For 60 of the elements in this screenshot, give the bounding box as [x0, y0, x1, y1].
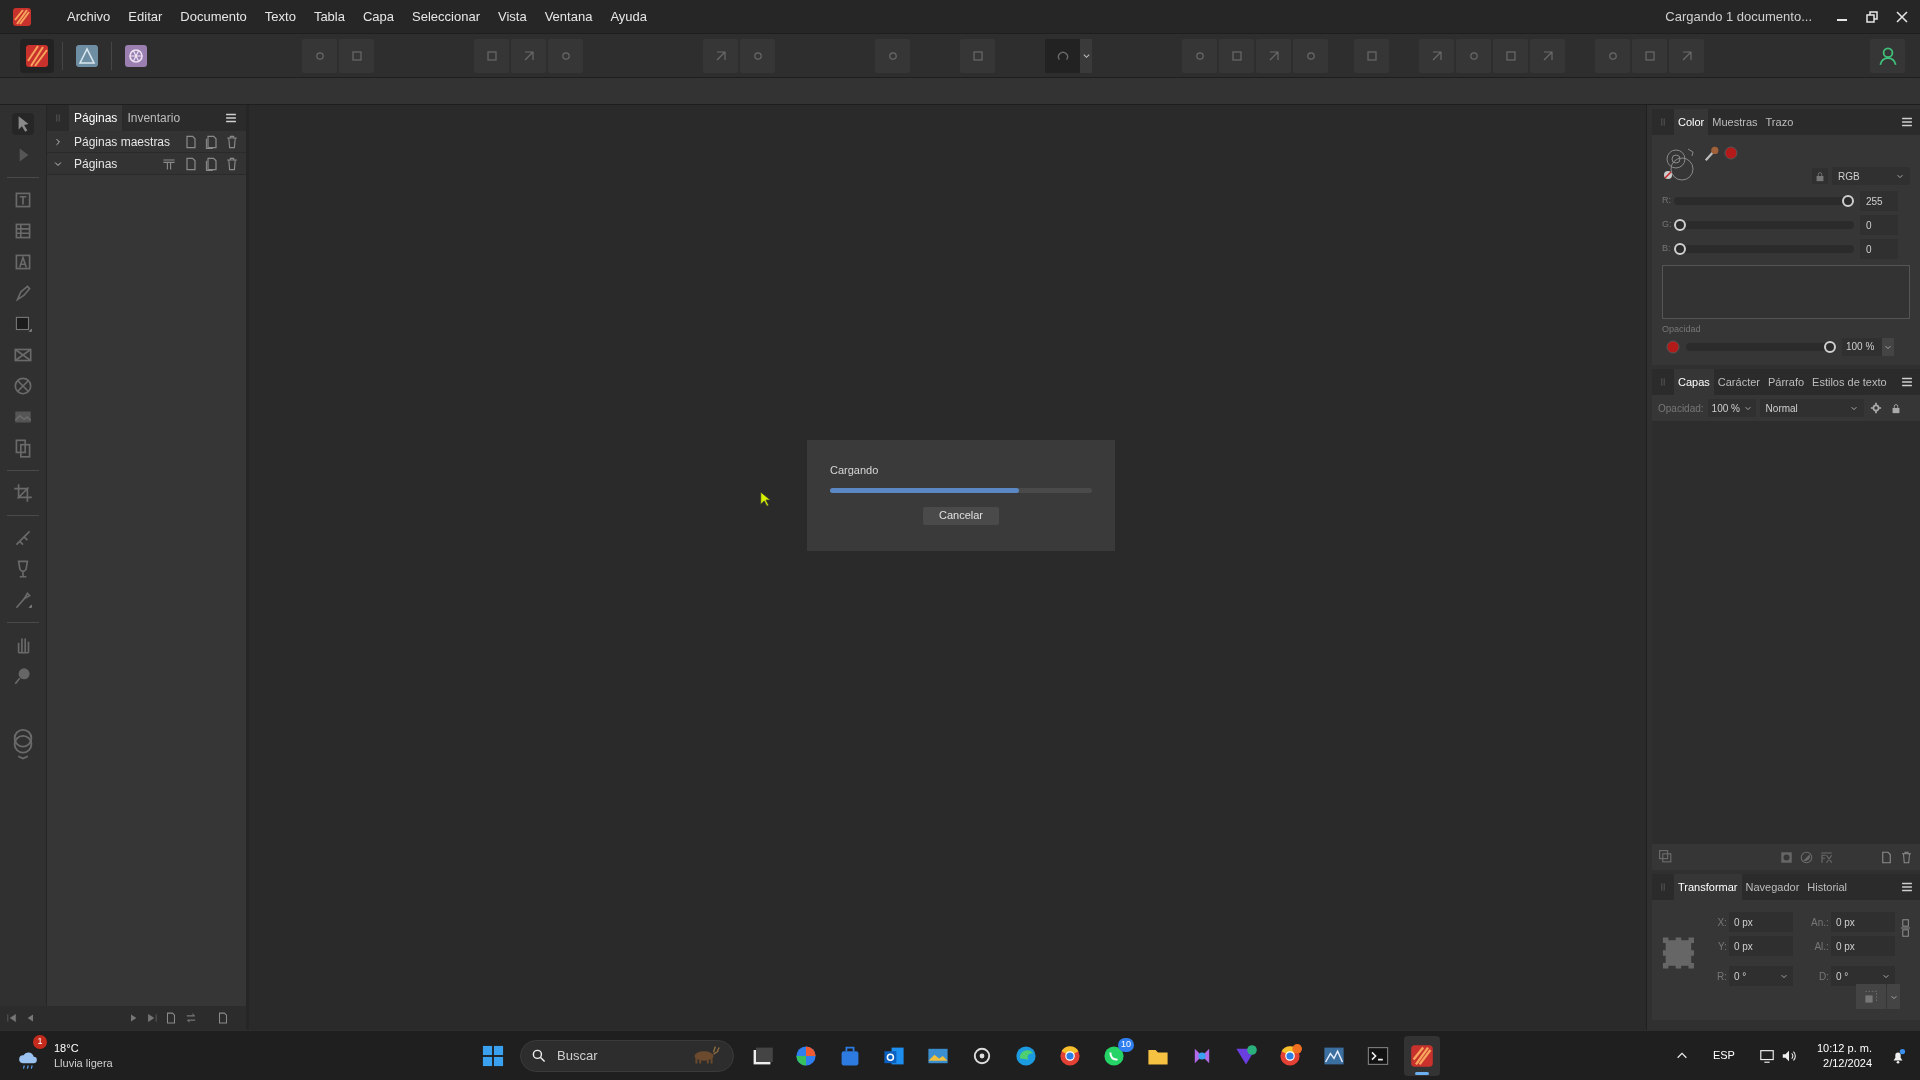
section-title: Páginas maestras: [74, 133, 171, 151]
language-indicator[interactable]: ESP: [1712, 1047, 1735, 1064]
value-field[interactable]: 100 %: [1842, 337, 1882, 356]
search-field[interactable]: Buscar: [520, 1039, 734, 1072]
field-label: R:: [1715, 969, 1727, 984]
status-text: Cargando 1 documento...: [1665, 7, 1812, 26]
taskbar-app-button[interactable]: 10: [1096, 1035, 1132, 1076]
panel-tab[interactable]: Páginas: [69, 105, 123, 131]
field-label: D:: [1817, 969, 1829, 984]
blend-mode-dropdown[interactable]: Normal: [1759, 399, 1864, 417]
panel-tab[interactable]: Transformar: [1674, 874, 1742, 900]
search-input[interactable]: Buscar: [557, 1045, 677, 1066]
value-field[interactable]: 255: [1860, 191, 1898, 211]
input-field[interactable]: 0 px: [1830, 936, 1895, 956]
field-label: Y:: [1716, 939, 1727, 954]
slider-label: B:: [1662, 242, 1672, 256]
menu-item[interactable]: Editar: [119, 0, 172, 33]
field-label: Al.:: [1813, 939, 1829, 954]
notification-badge: 1: [33, 1034, 47, 1049]
field-label: An.:: [1810, 915, 1829, 930]
panel-tab[interactable]: Estilos de texto: [1808, 369, 1891, 395]
menu-item[interactable]: Ventana: [535, 0, 602, 33]
notification-badge: 10: [1118, 1037, 1134, 1052]
clock-time[interactable]: 10:12 p. m.: [1816, 1040, 1872, 1056]
weather-text: Lluvia ligera: [54, 1055, 113, 1071]
section-label: Opacidad: [1662, 323, 1702, 336]
color-mode-dropdown[interactable]: RGB: [1832, 167, 1910, 185]
menu-item[interactable]: Vista: [489, 0, 536, 33]
menu-item[interactable]: Documento: [171, 0, 256, 33]
menu-item[interactable]: Ayuda: [601, 0, 656, 33]
dropdown-field[interactable]: 0 °: [1830, 966, 1895, 986]
section-title: Páginas: [74, 155, 118, 173]
dropdown-field[interactable]: 0 °: [1728, 966, 1793, 986]
panel-tab[interactable]: Inventario: [122, 105, 186, 131]
menu-item[interactable]: Seleccionar: [403, 0, 489, 33]
input-field[interactable]: 0 px: [1728, 912, 1793, 932]
clock-date[interactable]: 2/12/2024: [1823, 1055, 1872, 1071]
input-field[interactable]: 0 px: [1728, 936, 1793, 956]
temperature-text: 18°C: [54, 1040, 80, 1056]
slider-label: R:: [1662, 194, 1672, 208]
field-label: X:: [1716, 915, 1727, 930]
dialog-title: Cargando: [830, 463, 880, 478]
opacity-dropdown[interactable]: 100 %: [1707, 399, 1756, 417]
cancel-button[interactable]: Cancelar: [923, 506, 999, 525]
menu-item[interactable]: Tabla: [304, 0, 354, 33]
value-field[interactable]: 0: [1860, 215, 1898, 235]
input-field[interactable]: 0 px: [1830, 912, 1895, 932]
panel-tab[interactable]: Carácter: [1713, 369, 1764, 395]
value-field[interactable]: 0: [1860, 239, 1898, 259]
menu-item[interactable]: Texto: [255, 0, 305, 33]
panel-tab[interactable]: Trazo: [1761, 109, 1798, 135]
panel-tab[interactable]: Párrafo: [1764, 369, 1809, 395]
panel-tab[interactable]: Capas: [1674, 369, 1714, 395]
panel-tab[interactable]: Color: [1674, 109, 1709, 135]
panel-tab[interactable]: Historial: [1803, 874, 1852, 900]
panel-tab[interactable]: Navegador: [1741, 874, 1804, 900]
menu-item[interactable]: Capa: [353, 0, 404, 33]
panel-tab[interactable]: Muestras: [1708, 109, 1762, 135]
field-label: Opacidad:: [1658, 401, 1704, 416]
menu-item[interactable]: Archivo: [58, 0, 120, 33]
